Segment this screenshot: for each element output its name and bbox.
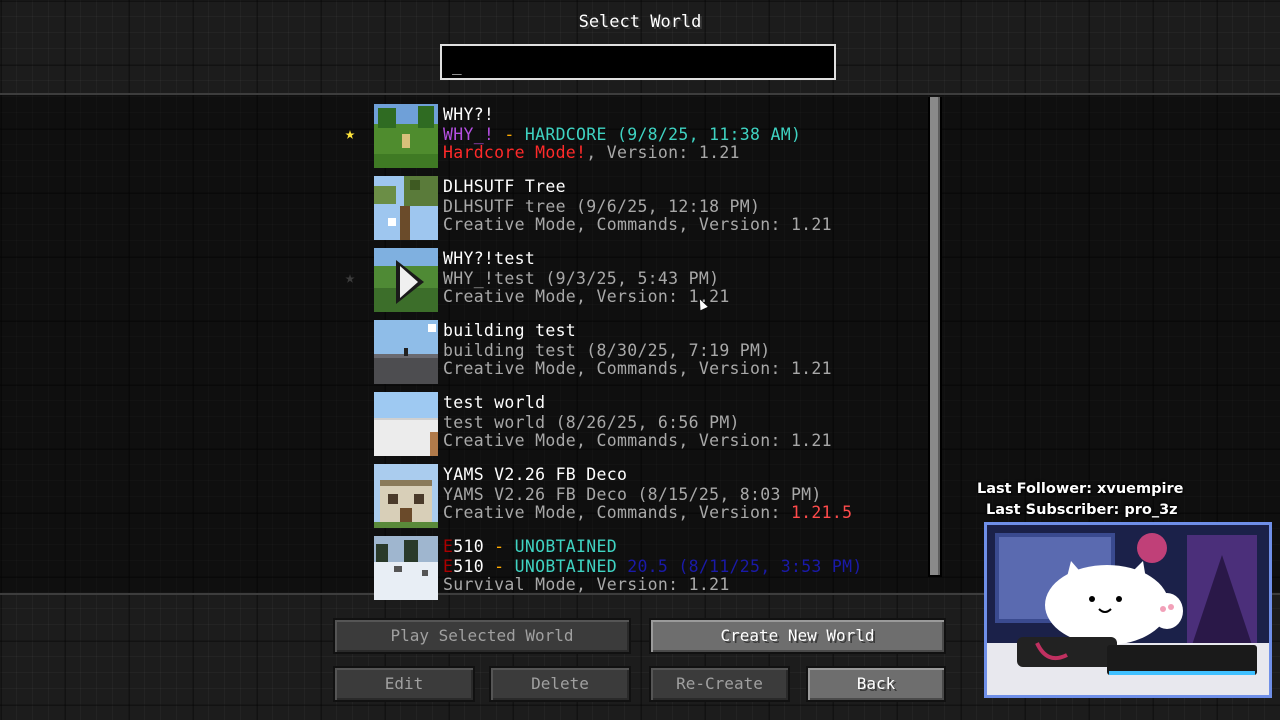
scrollbar-thumb[interactable]: [930, 97, 940, 575]
world-detail-part: 20.5 (8/11/25, 3:53 PM): [616, 557, 863, 576]
delete-button[interactable]: Delete: [489, 666, 631, 702]
world-details: WHY_! - HARDCORE (9/8/25, 11:38 AM): [443, 126, 923, 144]
world-mode-version: Hardcore Mode!, Version: 1.21: [443, 144, 923, 162]
edit-button[interactable]: Edit: [333, 666, 475, 702]
world-thumbnail[interactable]: [374, 536, 438, 600]
world-mode-version: Creative Mode, Commands, Version: 1.21: [443, 360, 923, 378]
world-details: E510 - UNOBTAINED 20.5 (8/11/25, 3:53 PM…: [443, 558, 923, 576]
world-thumbnail[interactable]: [374, 464, 438, 528]
world-name-part: -: [483, 537, 515, 556]
world-name-part: E: [443, 537, 454, 556]
back-button[interactable]: Back: [806, 666, 946, 702]
world-details: test world (8/26/25, 6:56 PM): [443, 414, 923, 432]
world-detail-part: 510: [453, 557, 484, 576]
world-entry[interactable]: ★DLHSUTF TreeDLHSUTF tree (9/6/25, 12:18…: [340, 176, 920, 244]
world-mode-part: Survival Mode, Version: 1.21: [443, 575, 730, 594]
world-detail-part: test world (8/26/25, 6:56 PM): [443, 413, 740, 432]
favorite-star-icon[interactable]: ★: [340, 124, 360, 144]
world-mode-version: Creative Mode, Commands, Version: 1.21.5: [443, 504, 923, 522]
search-input-value: _: [452, 56, 462, 75]
world-mode-part: Creative Mode, Commands, Version: 1.21: [443, 215, 832, 234]
world-entry[interactable]: ★YAMS V2.26 FB DecoYAMS V2.26 FB Deco (8…: [340, 464, 920, 532]
world-mode-version: Creative Mode, Version: 1.21: [443, 288, 923, 306]
world-thumbnail[interactable]: [374, 392, 438, 456]
world-detail-part: YAMS V2.26 FB Deco (8/15/25, 8:03 PM): [443, 485, 822, 504]
world-mode-version: Creative Mode, Commands, Version: 1.21: [443, 216, 923, 234]
world-detail-part: -: [483, 557, 515, 576]
world-thumbnail[interactable]: [374, 320, 438, 384]
world-name: DLHSUTF Tree: [443, 177, 566, 196]
world-entry[interactable]: ★ WHY?! WHY_! - HARDCORE (9/8/25, 11:38 AM…: [340, 104, 920, 172]
world-detail-part: E: [443, 557, 454, 576]
create-new-world-button[interactable]: Create New World: [649, 618, 946, 654]
world-name-part: UNOBTAINED: [514, 537, 617, 556]
world-mode-part: 1.21.5: [790, 503, 853, 522]
play-selected-world-button[interactable]: Play Selected World: [333, 618, 631, 654]
world-name: building test: [443, 321, 577, 340]
world-mode-version: Survival Mode, Version: 1.21: [443, 576, 923, 594]
world-name: YAMS V2.26 FB Deco: [443, 465, 628, 484]
last-subscriber-label: Last Subscriber: pro_3z: [986, 502, 1178, 518]
favorite-star-icon[interactable]: ★: [340, 268, 360, 288]
world-mode-part: , Version: 1.21: [586, 143, 740, 162]
world-mode-part: Creative Mode, Commands, Version:: [443, 503, 791, 522]
world-name: WHY?!test: [443, 249, 536, 268]
world-info: test world test world (8/26/25, 6:56 PM) C…: [443, 392, 923, 450]
world-thumbnail[interactable]: [374, 104, 438, 168]
world-detail-part: DLHSUTF tree (9/6/25, 12:18 PM): [443, 197, 761, 216]
world-thumbnail[interactable]: [374, 176, 438, 240]
world-mode-part: Creative Mode, Commands, Version: 1.21: [443, 431, 832, 450]
world-info: DLHSUTF Tree DLHSUTF tree (9/6/25, 12:18 …: [443, 176, 923, 234]
world-mode-version: Creative Mode, Commands, Version: 1.21: [443, 432, 923, 450]
world-info: building test building test (8/30/25, 7:1…: [443, 320, 923, 378]
world-entry[interactable]: ★E510 - UNOBTAINEDE510 - UNOBTAINED 20.5…: [340, 536, 920, 604]
world-info: WHY?!test WHY_!test (9/3/25, 5:43 PM) Crea…: [443, 248, 923, 306]
world-mode-part: Hardcore Mode!: [443, 143, 587, 162]
last-follower-label: Last Follower: xvuempire: [977, 481, 1184, 497]
world-name: test world: [443, 393, 546, 412]
world-detail-part: UNOBTAINED: [514, 557, 617, 576]
world-entry[interactable]: ★test worldtest world (8/26/25, 6:56 PM)…: [340, 392, 920, 460]
world-info: E510 - UNOBTAINED E510 - UNOBTAINED 20.5 …: [443, 536, 923, 594]
world-detail-part: -: [494, 125, 525, 144]
world-name: E510 - UNOBTAINED: [443, 536, 923, 558]
world-entry[interactable]: ★ WHY?!test WHY_!test (9/3/25, 5:43 PM) Cre…: [340, 248, 920, 316]
world-mode-part: Creative Mode, Version: 1.21: [443, 287, 730, 306]
world-thumbnail[interactable]: [374, 248, 438, 312]
world-detail-part: HARDCORE (9/8/25, 11:38 AM): [524, 125, 802, 144]
world-info: WHY?! WHY_! - HARDCORE (9/8/25, 11:38 AM)…: [443, 104, 923, 162]
search-input[interactable]: _: [440, 44, 836, 80]
world-detail-part: building test (8/30/25, 7:19 PM): [443, 341, 771, 360]
streamer-cat-illustration: [987, 525, 1269, 695]
world-name: WHY?!: [443, 105, 495, 124]
world-info: YAMS V2.26 FB Deco YAMS V2.26 FB Deco (8/…: [443, 464, 923, 522]
world-details: DLHSUTF tree (9/6/25, 12:18 PM): [443, 198, 923, 216]
world-mode-part: Creative Mode, Commands, Version: 1.21: [443, 359, 832, 378]
webcam-overlay: [984, 522, 1272, 698]
re-create-button[interactable]: Re-Create: [649, 666, 790, 702]
world-detail-part: WHY_!: [443, 125, 495, 144]
world-details: WHY_!test (9/3/25, 5:43 PM): [443, 270, 923, 288]
world-details: building test (8/30/25, 7:19 PM): [443, 342, 923, 360]
world-entry[interactable]: ★building testbuilding test (8/30/25, 7:…: [340, 320, 920, 388]
screen-title: Select World: [578, 12, 702, 32]
world-detail-part: WHY_!test (9/3/25, 5:43 PM): [443, 269, 720, 288]
world-name-part: 510: [453, 537, 484, 556]
world-details: YAMS V2.26 FB Deco (8/15/25, 8:03 PM): [443, 486, 923, 504]
